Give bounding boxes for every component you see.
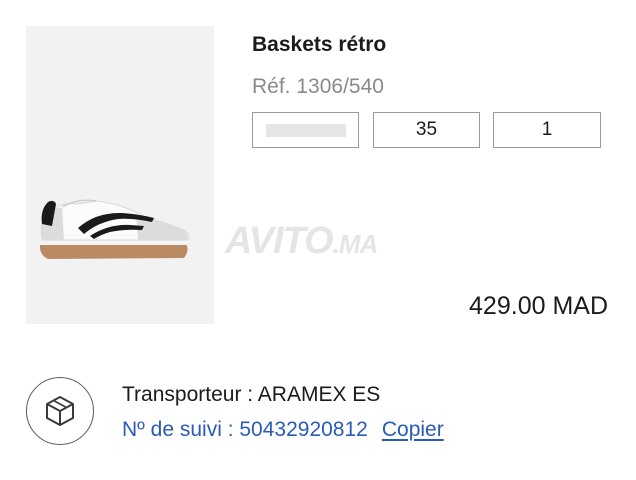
sneaker-illustration <box>39 199 190 259</box>
color-swatch <box>265 123 346 137</box>
package-box-icon <box>46 396 74 426</box>
color-option-box <box>252 112 359 148</box>
product-price: 429.00 MAD <box>469 292 608 320</box>
copy-tracking-link[interactable]: Copier <box>382 418 444 441</box>
product-reference: Réf. 1306/540 <box>252 75 384 98</box>
tracking-number: Nº de suivi : 50432920812 <box>122 418 368 441</box>
watermark-logo: AVITO.MA <box>225 220 379 263</box>
tracking-row: Nº de suivi : 50432920812 Copier <box>122 418 444 442</box>
carrier-text: Transporteur : ARAMEX ES <box>122 383 381 406</box>
product-image <box>26 26 214 324</box>
product-title: Baskets rétro <box>252 33 387 56</box>
carrier-icon-circle <box>26 377 94 445</box>
quantity-option-box: 1 <box>493 112 601 148</box>
watermark-text: AVITO <box>225 220 334 262</box>
watermark-suffix: .MA <box>332 229 379 259</box>
size-option-box: 35 <box>373 112 480 148</box>
